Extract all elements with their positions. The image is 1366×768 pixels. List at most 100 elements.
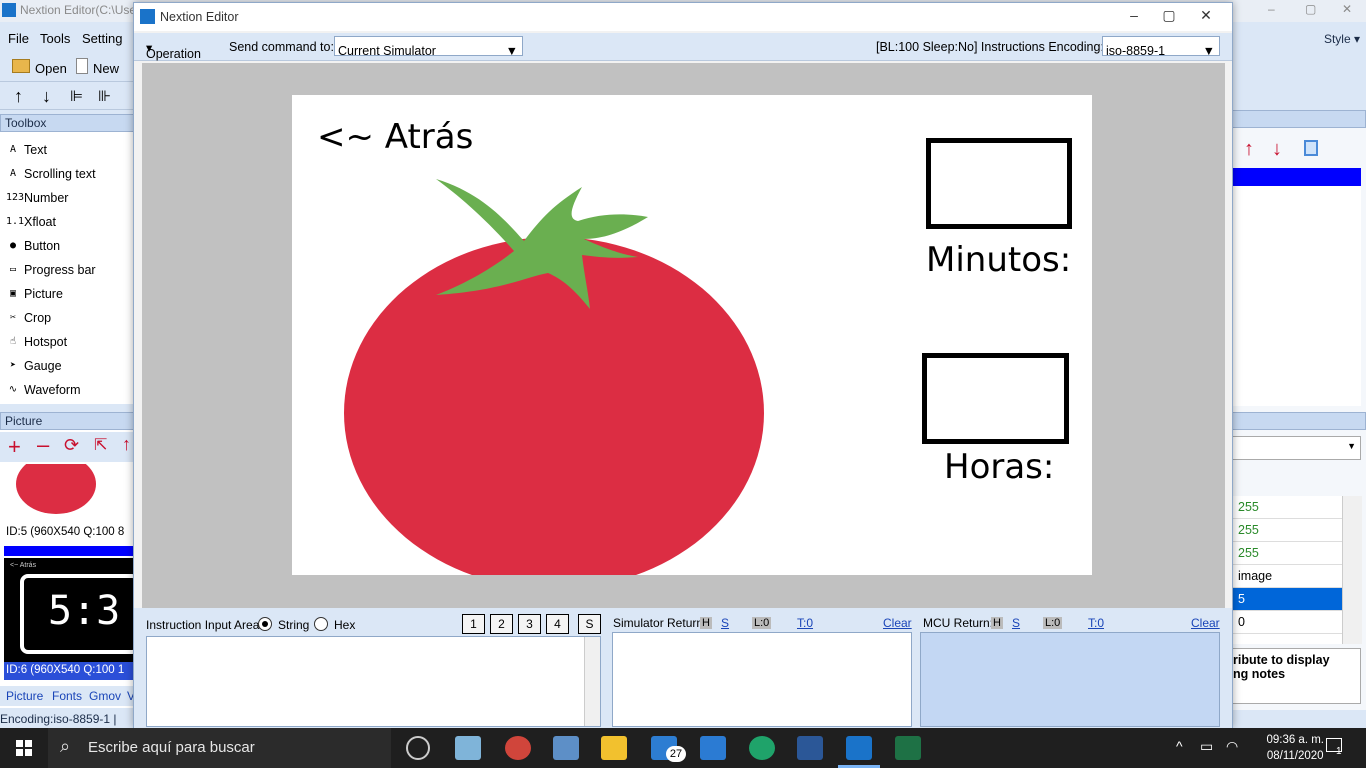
align-left-icon[interactable]: ⊫ <box>70 87 83 105</box>
preset-button-4[interactable]: 4 <box>546 614 569 634</box>
toolbox-item-label: Number <box>24 191 69 205</box>
menu-file[interactable]: File <box>8 31 29 46</box>
edge-icon[interactable] <box>749 736 775 760</box>
clock[interactable]: 09:36 a. m. 08/11/2020 <box>1266 732 1324 764</box>
word-icon[interactable] <box>797 736 823 760</box>
encoding-select[interactable]: iso-8859-1 ▼ <box>1102 36 1220 58</box>
sim-s-toggle[interactable]: S <box>721 616 729 630</box>
toolbox-item[interactable]: 123 Number <box>6 188 68 208</box>
gauge-icon: ➤ <box>9 360 17 371</box>
right-panel: ↑ ↓ ▼ 255 255 255 image 5 0 ribute to display… <box>1232 110 1366 710</box>
network-icon[interactable]: ▭ <box>1200 738 1213 755</box>
remote-desktop-icon[interactable] <box>553 736 579 760</box>
toolbox-item[interactable]: ▣ Picture <box>6 284 63 304</box>
move-up-icon[interactable]: ↑ <box>1244 138 1254 161</box>
remove-icon[interactable]: – <box>37 432 49 458</box>
editor-title-bar: Nextion Editor – ▢ ✕ <box>134 3 1232 31</box>
picture-thumb-6[interactable]: <~ Atrás 5:3 ID:6 (960X540 Q:100 1 <box>4 558 134 680</box>
toolbox-title: Toolbox <box>0 114 134 132</box>
attribute-row[interactable]: 0 <box>1232 611 1342 634</box>
hours-box[interactable] <box>922 353 1069 444</box>
tab-fonts[interactable]: Fonts <box>52 689 82 703</box>
mcu-s-toggle[interactable]: S <box>1012 616 1020 630</box>
mcu-clear-link[interactable]: Clear <box>1191 616 1220 630</box>
mcu-return-output[interactable] <box>920 632 1220 727</box>
open-button[interactable]: Open <box>35 61 67 76</box>
new-button[interactable]: New <box>93 61 119 76</box>
attribute-row[interactable]: 255 <box>1232 542 1342 565</box>
minimize-icon[interactable]: – <box>1116 7 1152 29</box>
copy-icon[interactable] <box>1304 140 1318 156</box>
preset-button-1[interactable]: 1 <box>462 614 485 634</box>
toolbox-item[interactable]: ☝ Hotspot <box>6 332 67 352</box>
toolbox-item[interactable]: ∿ Waveform <box>6 380 81 400</box>
close-icon[interactable]: ✕ <box>1342 2 1352 16</box>
hex-radio[interactable] <box>314 617 328 631</box>
send-command-label: Send command to: <box>229 40 334 54</box>
maximize-icon[interactable]: ▢ <box>1305 2 1316 16</box>
operation-menu[interactable]: Operation ▾ <box>146 40 201 61</box>
excel-icon[interactable] <box>895 736 921 760</box>
task-view-icon[interactable] <box>406 736 430 760</box>
paint-icon[interactable] <box>505 736 531 760</box>
file-explorer-icon[interactable] <box>601 736 627 760</box>
align-right-icon[interactable]: ⊪ <box>98 87 111 105</box>
display-page[interactable]: <~ Atrás Minutos: Horas: <box>292 95 1092 575</box>
menu-setting[interactable]: Setting <box>82 31 122 46</box>
preset-button-2[interactable]: 2 <box>490 614 513 634</box>
arrow-down-icon[interactable]: ↓ <box>42 86 51 107</box>
attribute-scrollbar[interactable] <box>1342 496 1362 644</box>
attribute-row[interactable]: image <box>1232 565 1342 588</box>
style-menu[interactable]: Style ▾ <box>1324 32 1360 46</box>
instruction-input[interactable] <box>146 636 601 727</box>
picture-caption: ID:6 (960X540 Q:100 1 <box>6 664 125 676</box>
encoding-value: iso-8859-1 <box>1106 44 1166 58</box>
wifi-icon[interactable]: ◠ <box>1226 738 1238 755</box>
minutes-box[interactable] <box>926 138 1072 229</box>
clock-date: 08/11/2020 <box>1266 750 1324 762</box>
chevron-up-icon[interactable]: ^ <box>1176 738 1183 754</box>
status-info: [BL:100 Sleep:No] Instructions Encoding: <box>876 40 1104 54</box>
send-command-select[interactable]: Current Simulator ▼ <box>334 36 523 58</box>
toolbox-item[interactable]: ● Button <box>6 236 60 256</box>
tomato-thumbnail <box>16 464 96 514</box>
instruction-scrollbar[interactable] <box>584 637 600 726</box>
simulator-return-output[interactable] <box>612 632 912 727</box>
attribute-select[interactable]: ▼ <box>1232 436 1361 460</box>
move-down-icon[interactable]: ↓ <box>1272 138 1282 161</box>
attribute-row[interactable]: 5 <box>1232 588 1342 611</box>
sim-h-toggle[interactable]: H <box>700 617 712 629</box>
menu-tools[interactable]: Tools <box>40 31 70 46</box>
minimize-icon[interactable]: – <box>1268 2 1275 16</box>
vscode-icon[interactable] <box>700 736 726 760</box>
tab-picture[interactable]: Picture <box>6 689 43 703</box>
toolbox-item[interactable]: A Scrolling text <box>6 164 96 184</box>
app-icon[interactable] <box>455 736 481 760</box>
toolbox-item[interactable]: A Text <box>6 140 47 160</box>
windows-start-icon[interactable] <box>16 740 32 756</box>
export-icon[interactable]: ⇱ <box>94 435 107 455</box>
toolbox-item[interactable]: ▭ Progress bar <box>6 260 96 280</box>
attribute-row[interactable]: 255 <box>1232 496 1342 519</box>
preset-button-3[interactable]: 3 <box>518 614 541 634</box>
toolbox-item[interactable]: 1.1 Xfloat <box>6 212 56 232</box>
mcu-h-toggle[interactable]: H <box>991 617 1003 629</box>
picture-thumb-5[interactable]: ID:5 (960X540 Q:100 8 <box>4 464 134 544</box>
selected-page[interactable] <box>1232 168 1361 186</box>
sim-clear-link[interactable]: Clear <box>883 616 912 630</box>
attribute-row[interactable]: 255 <box>1232 519 1342 542</box>
toolbox-item[interactable]: ➤ Gauge <box>6 356 62 376</box>
replace-icon[interactable]: ⟳ <box>64 435 79 456</box>
tab-gmov[interactable]: Gmov <box>89 689 121 703</box>
close-icon[interactable]: ✕ <box>1188 7 1224 29</box>
taskbar-search[interactable]: ⌕ Escribe aquí para buscar <box>48 728 391 768</box>
toolbox-item[interactable]: ✂ Crop <box>6 308 51 328</box>
arrow-up-icon[interactable]: ↑ <box>14 86 23 107</box>
string-radio[interactable] <box>258 617 272 631</box>
move-up-icon[interactable]: ↑ <box>122 434 131 455</box>
add-icon[interactable]: + <box>8 434 21 460</box>
maximize-icon[interactable]: ▢ <box>1151 7 1187 29</box>
tomato-body <box>344 237 764 575</box>
nextion-taskbar-icon[interactable] <box>846 736 872 760</box>
preset-button-s[interactable]: S <box>578 614 601 634</box>
